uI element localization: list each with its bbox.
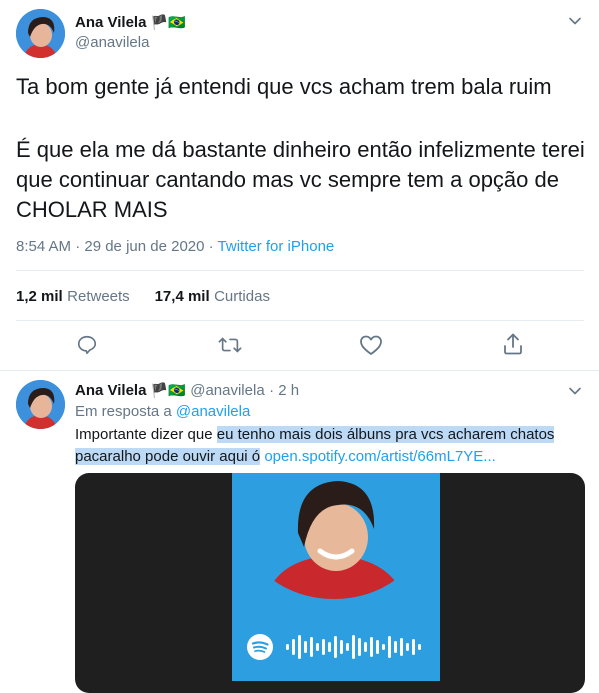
- spotify-code-icon: [286, 635, 421, 659]
- reply-button[interactable]: [76, 334, 98, 356]
- media-card[interactable]: [75, 473, 585, 693]
- reply-menu-button[interactable]: [568, 384, 582, 403]
- tweet-timestamp[interactable]: 8:54 AM · 29 de jun de 2020 ·: [16, 238, 214, 255]
- avatar-image: [16, 9, 65, 58]
- in-reply-prefix: Em resposta a: [75, 403, 172, 420]
- tweet-source[interactable]: Twitter for iPhone: [218, 238, 335, 255]
- reply-text-highlight-2: pacaralho pode ouvir aqui ó: [75, 448, 261, 465]
- likes-count: 17,4 mil: [154, 288, 210, 305]
- spotify-code-bars: [284, 633, 434, 666]
- author-line: Ana Vilela 🏴🇧🇷: [75, 14, 186, 32]
- tweet-menu-button[interactable]: [568, 14, 582, 33]
- divider: [16, 270, 584, 271]
- retweets-stat[interactable]: 1,2 mil Retweets: [16, 288, 134, 305]
- in-reply-to: Em resposta a @anavilela: [75, 403, 250, 420]
- divider: [16, 320, 584, 321]
- retweets-label: Retweets: [67, 288, 130, 305]
- retweet-icon: [218, 337, 242, 353]
- like-button[interactable]: [359, 334, 383, 356]
- tweet-meta: 8:54 AM · 29 de jun de 2020 · Twitter fo…: [16, 238, 334, 255]
- spotify-icon: [247, 634, 273, 660]
- author-name[interactable]: Ana Vilela: [75, 382, 146, 399]
- like-icon: [360, 335, 382, 355]
- reply-text-plain: Importante dizer que: [75, 426, 217, 443]
- likes-stat[interactable]: 17,4 mil Curtidas: [155, 288, 270, 305]
- author-handle[interactable]: @anavilela: [75, 34, 149, 51]
- avatar[interactable]: [16, 380, 65, 429]
- tweet-paragraph-2: É que ela me dá bastante dinheiro então …: [16, 137, 585, 222]
- chevron-down-icon: [569, 17, 581, 25]
- reply-text-highlight-1: eu tenho mais dois álbuns pra vcs achare…: [216, 426, 555, 443]
- share-icon: [504, 333, 522, 355]
- spotify-logo: [246, 633, 274, 666]
- reply-icon: [77, 335, 97, 355]
- reply-author-line: Ana Vilela 🏴🇧🇷 @anavilela · 2 h: [75, 382, 299, 400]
- reply-age[interactable]: · 2 h: [269, 382, 299, 399]
- in-reply-handle[interactable]: @anavilela: [176, 403, 250, 420]
- author-name[interactable]: Ana Vilela: [75, 14, 146, 31]
- chevron-down-icon: [569, 387, 581, 395]
- author-handle[interactable]: @anavilela: [190, 382, 264, 399]
- spotify-link[interactable]: open.spotify.com/artist/66mL7YE...: [264, 448, 496, 465]
- album-photo: [246, 473, 422, 599]
- artist-photo: [246, 473, 422, 599]
- retweets-count: 1,2 mil: [16, 288, 63, 305]
- share-button[interactable]: [502, 332, 524, 356]
- tweet-stats: 1,2 mil Retweets 17,4 mil Curtidas: [16, 288, 270, 306]
- author-flags: 🏴🇧🇷: [150, 382, 186, 398]
- reply-text: Importante dizer que eu tenho mais dois …: [75, 424, 585, 468]
- divider: [0, 370, 599, 371]
- author-flags: 🏴🇧🇷: [150, 14, 186, 30]
- avatar-image: [16, 380, 65, 429]
- tweet-paragraph-1: Ta bom gente já entendi que vcs acham tr…: [16, 74, 552, 99]
- avatar[interactable]: [16, 9, 65, 58]
- spotify-code-card: [232, 473, 440, 681]
- retweet-button[interactable]: [218, 334, 242, 356]
- likes-label: Curtidas: [214, 288, 270, 305]
